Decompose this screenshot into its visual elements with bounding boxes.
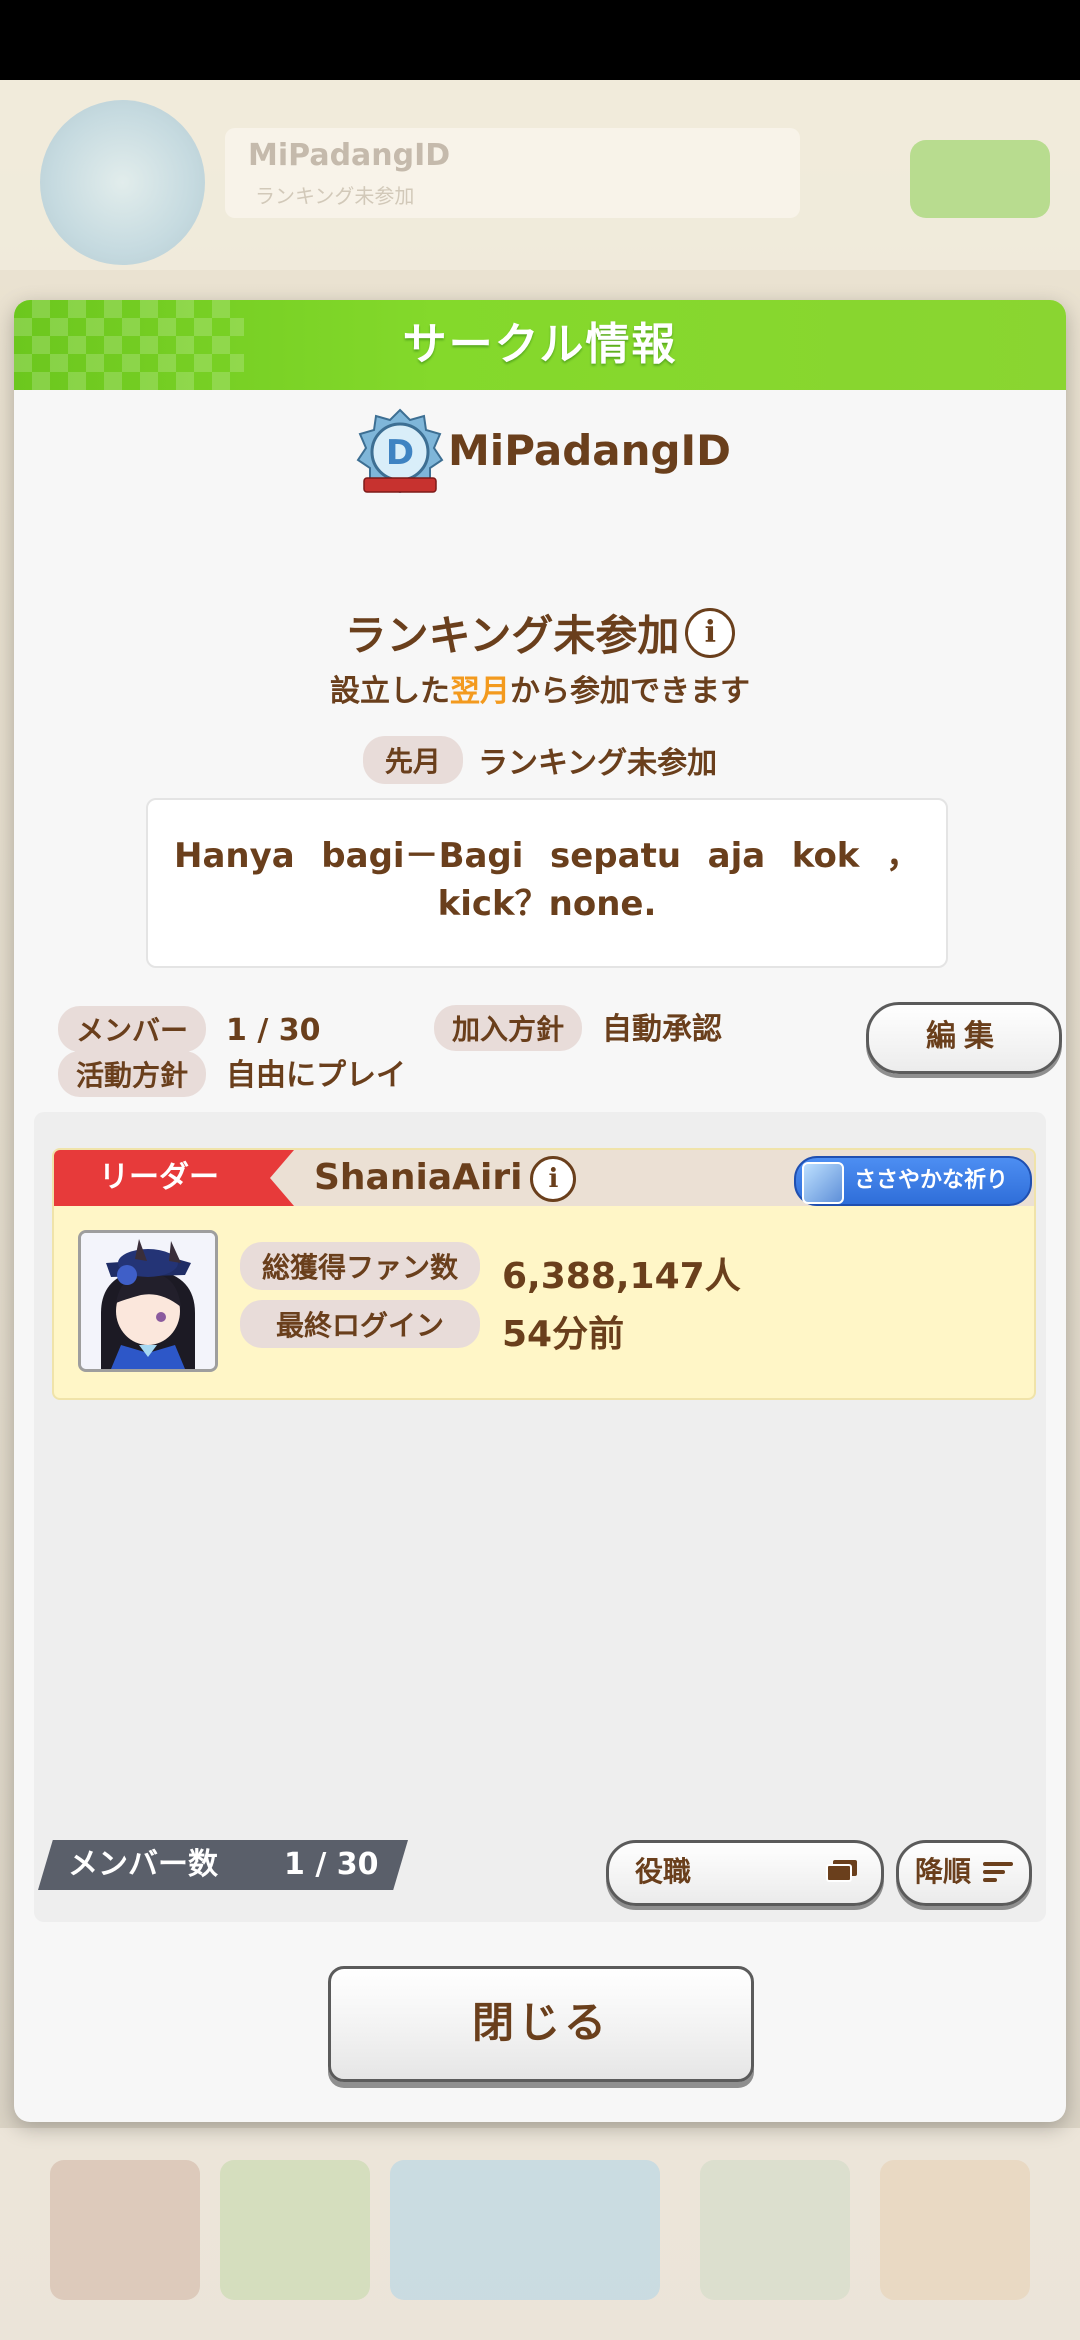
background-green-button (910, 140, 1050, 218)
last-login-row: 最終ログイン 54分前 (240, 1300, 624, 1357)
last-month-row: 先月 ランキング未参加 (14, 736, 1066, 784)
ranking-status-text: ランキング未参加 (344, 611, 680, 660)
info-icon[interactable]: i (685, 607, 736, 658)
last-login-label: 最終ログイン (240, 1300, 480, 1348)
role-sort-button[interactable]: 役職 (606, 1840, 884, 1906)
member-info-icon[interactable]: i (530, 1156, 577, 1202)
member-card-leader[interactable]: リーダー ShaniaAiri i ささやかな祈り 総獲得ファン数 6,388,… (52, 1148, 1036, 1400)
activity-label: 活動方針 (58, 1051, 207, 1097)
close-button[interactable]: 閉じる (328, 1966, 754, 2082)
member-label: メンバー (58, 1006, 207, 1052)
background-ranking-status: ランキング未参加 (255, 184, 415, 208)
member-value: 1 / 30 (226, 1013, 321, 1048)
join-policy-meta: 加入方針 自動承認 (434, 1004, 722, 1051)
fans-value: 6,388,147人 (502, 1255, 741, 1297)
background-bottom-nav (0, 2128, 1080, 2340)
join-policy-label: 加入方針 (434, 1005, 583, 1051)
ranking-note: 設立した翌月から参加できます (14, 666, 1066, 710)
last-login-value: 54分前 (502, 1313, 625, 1355)
dialog-title: サークル情報 (402, 319, 678, 370)
ranking-note-prefix: 設立した (330, 674, 450, 709)
member-count-label: メンバー数 (68, 1847, 218, 1882)
member-meta: メンバー 1 / 30 (58, 1006, 320, 1052)
role-sort-label: 役職 (635, 1855, 692, 1888)
circle-info-dialog: サークル情報 D MiPadangID ランキング未参加 i 設立した翌月から参加… (14, 300, 1066, 2122)
character-portrait-icon (81, 1233, 215, 1369)
join-policy-value: 自動承認 (602, 1012, 723, 1047)
circle-description: Hanya bagi－Bagi sepatu aja kok ，kick？non… (174, 836, 920, 924)
cards-icon (826, 1860, 857, 1882)
circle-name: MiPadangID (448, 426, 732, 475)
circle-rank-emblem-icon: D (356, 408, 444, 494)
last-month-value: ランキング未参加 (478, 746, 718, 781)
member-name-text: ShaniaAiri (314, 1157, 523, 1198)
circle-description-box: Hanya bagi－Bagi sepatu aja kok ，kick？non… (146, 798, 948, 968)
edit-button[interactable]: 編集 (866, 1002, 1062, 1074)
order-toggle-button[interactable]: 降順 (896, 1840, 1032, 1906)
member-list: リーダー ShaniaAiri i ささやかな祈り 総獲得ファン数 6,388,… (34, 1112, 1046, 1922)
avatar[interactable] (78, 1230, 218, 1372)
background-circle-name: MiPadangID (248, 138, 451, 173)
last-month-label: 先月 (362, 736, 463, 784)
fans-row: 総獲得ファン数 6,388,147人 (240, 1242, 741, 1299)
ranking-status: ランキング未参加 i (14, 602, 1066, 663)
ranking-note-suffix: から参加できます (510, 674, 750, 709)
sort-descending-icon (983, 1862, 1013, 1882)
title-badge-text: ささやかな祈り (854, 1168, 1009, 1193)
svg-text:D: D (386, 433, 414, 473)
ranking-note-highlight: 翌月 (450, 674, 510, 709)
leader-role-tag: リーダー (54, 1150, 294, 1206)
activity-value: 自由にプレイ (226, 1058, 407, 1093)
background-circle-emblem (40, 100, 205, 265)
member-count-tag: メンバー数 1 / 30 (38, 1840, 408, 1890)
dialog-header: サークル情報 (14, 300, 1066, 390)
order-label: 降順 (915, 1855, 972, 1888)
title-badge: ささやかな祈り (794, 1156, 1032, 1206)
status-bar (0, 0, 1080, 80)
activity-meta: 活動方針 自由にプレイ (58, 1050, 406, 1097)
member-count-value: 1 / 30 (284, 1847, 379, 1882)
title-badge-icon (802, 1162, 844, 1204)
fans-label: 総獲得ファン数 (240, 1242, 480, 1290)
member-name: ShaniaAiri i (314, 1156, 577, 1202)
